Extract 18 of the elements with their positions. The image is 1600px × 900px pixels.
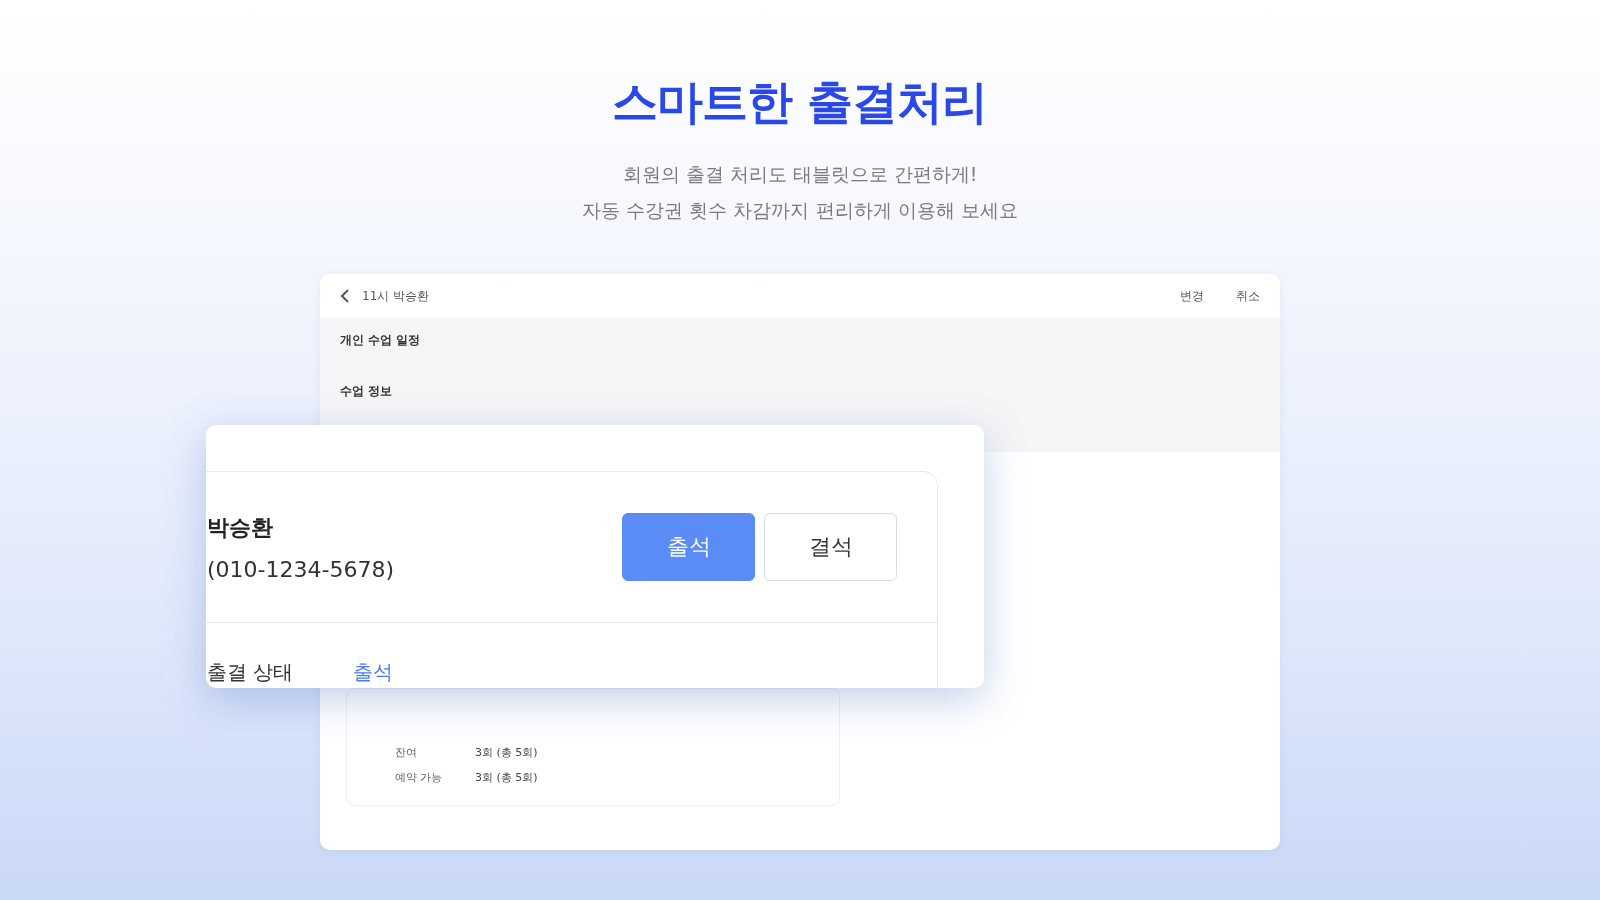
member-phone: (010-1234-5678) — [207, 556, 395, 582]
status-label: 출결 상태 — [207, 659, 294, 686]
header-action[interactable]: 취소 — [1236, 287, 1260, 305]
section-title: 수업 정보 — [340, 383, 394, 400]
info-value: 3회 (총 5회) — [475, 770, 538, 785]
info-label: 예약 가능 — [395, 770, 444, 785]
subtitle-line: 자동 수강권 횟수 차감까지 편리하게 이용해 보세요 — [582, 198, 1018, 223]
page-title: 스마트한 출결처리 — [612, 74, 988, 131]
screen-title: 11시 박승환 — [362, 287, 431, 305]
info-value: 3회 (총 5회) — [475, 745, 538, 760]
member-name: 박승환 — [207, 513, 274, 542]
section-title: 개인 수업 일정 — [340, 332, 422, 349]
header-action[interactable]: 변경 — [1180, 287, 1204, 305]
back-icon[interactable] — [340, 289, 350, 303]
status-value: 출석 — [353, 659, 394, 686]
info-label: 잔여 — [395, 745, 418, 760]
attendance-option[interactable]: 결석 — [764, 513, 897, 581]
subtitle-line: 회원의 출결 처리도 태블릿으로 간편하게! — [622, 162, 978, 187]
